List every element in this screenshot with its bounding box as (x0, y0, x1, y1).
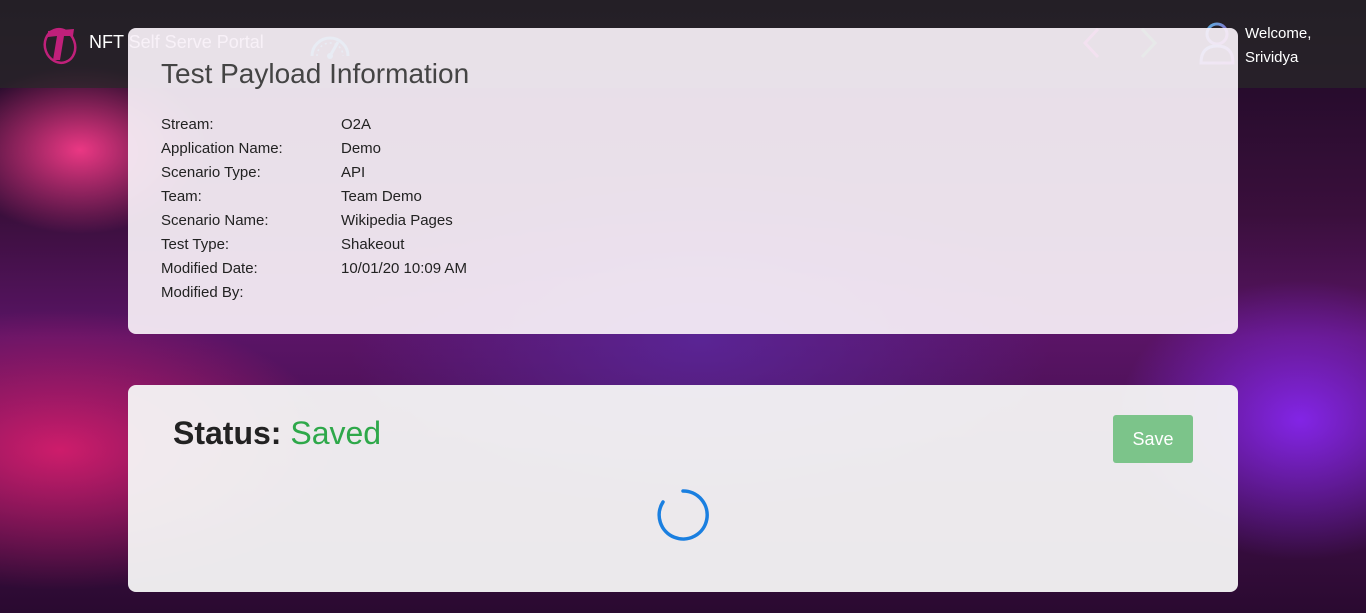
field-label: Scenario Name: (161, 212, 269, 229)
payload-info-card: Test Payload Information Stream: O2A App… (128, 28, 1238, 334)
field-row-scenario-type: Scenario Type: API (161, 164, 467, 188)
field-value: Wikipedia Pages (341, 212, 453, 229)
field-row-application-name: Application Name: Demo (161, 140, 467, 164)
field-value: API (341, 164, 366, 181)
field-row-modified-date: Modified Date: 10/01/20 10:09 AM (161, 260, 467, 284)
user-name: Srividya (1245, 49, 1299, 66)
field-row-test-type: Test Type: Shakeout (161, 236, 467, 260)
field-row-stream: Stream: O2A (161, 116, 467, 140)
field-label: Stream: (161, 116, 214, 133)
field-label: Modified Date: (161, 260, 258, 277)
status-value: Saved (290, 415, 382, 451)
field-label: Modified By: (161, 284, 244, 301)
payload-info-title: Test Payload Information (161, 58, 470, 89)
field-value: Team Demo (341, 188, 422, 205)
field-row-team: Team: Team Demo (161, 188, 467, 212)
field-label: Team: (161, 188, 202, 205)
field-label: Scenario Type: (161, 164, 261, 181)
field-value: O2A (341, 116, 372, 133)
field-row-modified-by: Modified By: (161, 284, 467, 308)
field-value: 10/01/20 10:09 AM (341, 260, 467, 277)
status-card: Status: Saved Save (128, 385, 1238, 592)
welcome-label: Welcome, (1245, 25, 1312, 42)
telstra-logo-icon[interactable] (40, 22, 80, 66)
field-value: Demo (341, 140, 382, 157)
save-button[interactable]: Save (1113, 415, 1193, 463)
payload-info-fields: Stream: O2A Application Name: Demo Scena… (161, 116, 467, 308)
field-value: Shakeout (341, 236, 405, 253)
status-line: Status: Saved (173, 415, 381, 452)
field-row-scenario-name: Scenario Name: Wikipedia Pages (161, 212, 467, 236)
field-label: Application Name: (161, 140, 283, 157)
status-label: Status: (173, 415, 282, 451)
welcome-text: Welcome, Srividya (1245, 22, 1311, 70)
field-label: Test Type: (161, 236, 230, 253)
spinner-icon (657, 489, 709, 541)
